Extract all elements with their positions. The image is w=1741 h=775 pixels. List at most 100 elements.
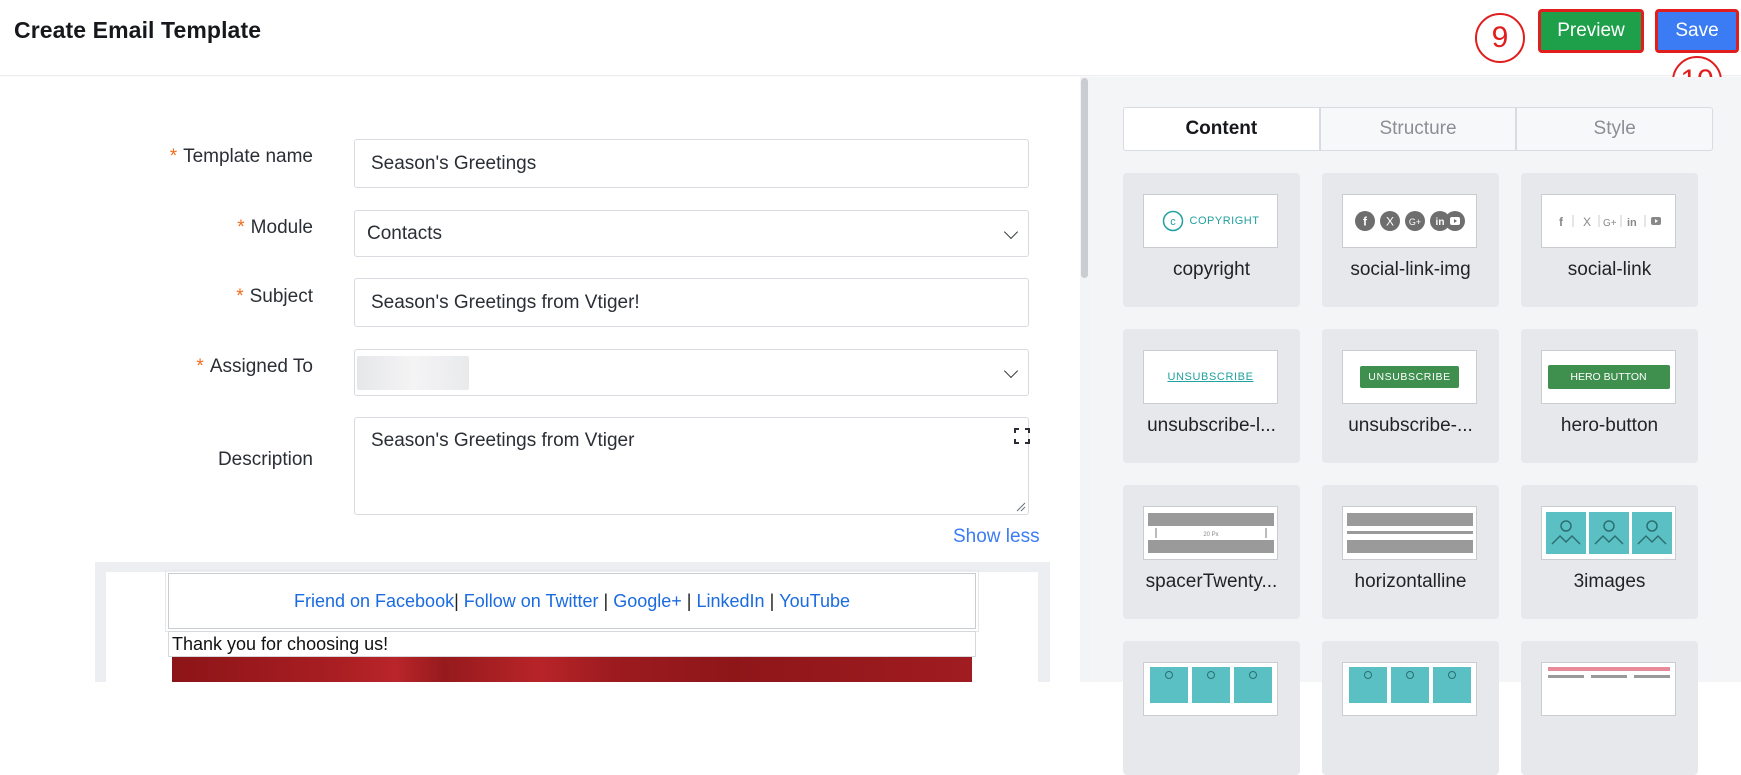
preview-button[interactable]: Preview [1538, 9, 1644, 53]
tab-style[interactable]: Style [1516, 107, 1714, 151]
resize-handle-icon[interactable] [1016, 502, 1026, 512]
module-label-text: Module [250, 217, 313, 238]
hero-button-thumbnail: HERO BUTTON [1541, 350, 1676, 404]
page-title: Create Email Template [14, 17, 262, 43]
link-separator: | [454, 590, 459, 611]
block-tile-spacer[interactable]: 20 Px spacerTwenty... [1123, 485, 1300, 619]
three-images-thumbnail [1541, 506, 1676, 560]
block-tile-copyright[interactable]: c COPYRIGHT copyright [1123, 173, 1300, 307]
hero-button-thumb-text: HERO BUTTON [1547, 365, 1670, 389]
text-graphic [1547, 667, 1670, 678]
svg-text:X: X [1385, 215, 1393, 229]
template-name-label-text: Template name [183, 146, 313, 167]
block-tile-unsubscribe-button[interactable]: UNSUBSCRIBE unsubscribe-... [1322, 329, 1499, 463]
three-images-graphic [1545, 512, 1672, 554]
horizontal-line-graphic [1346, 513, 1473, 553]
svg-text:X: X [1583, 215, 1591, 229]
block-tile-unsubscribe-link[interactable]: UNSUBSCRIBE unsubscribe-l... [1123, 329, 1300, 463]
expand-icon[interactable] [1014, 428, 1030, 444]
social-link-img-thumbnail: f X G+ in [1342, 194, 1477, 248]
youtube-link[interactable]: YouTube [779, 591, 850, 612]
social-icons-round: f X G+ in [1354, 211, 1465, 231]
tile-label: hero-button [1560, 415, 1659, 436]
block-tile-hero-button[interactable]: HERO BUTTON hero-button [1521, 329, 1698, 463]
module-select[interactable]: Contacts [354, 210, 1029, 257]
block-tile-text-partial[interactable] [1521, 641, 1698, 775]
svg-text:f: f [1559, 215, 1564, 229]
tile-label: social-link-img [1350, 259, 1471, 280]
description-value: Season's Greetings from Vtiger [371, 430, 635, 451]
block-tile-social-link[interactable]: f X G+ in social-link [1521, 173, 1698, 307]
copyright-icon: c [1162, 210, 1183, 232]
twitter-link[interactable]: Follow on Twitter [464, 591, 599, 612]
form-scrollbar-thumb[interactable] [1081, 78, 1088, 278]
save-button[interactable]: Save [1655, 9, 1739, 53]
unsubscribe-button-thumb-text: UNSUBSCRIBE [1360, 366, 1459, 388]
thanks-text-block[interactable]: Thank you for choosing us! [168, 631, 976, 657]
module-value: Contacts [367, 222, 442, 244]
tile-label: unsubscribe-l... [1147, 415, 1276, 436]
assigned-to-select[interactable] [354, 349, 1029, 396]
linkedin-link[interactable]: LinkedIn [697, 591, 765, 612]
images-graphic [1149, 667, 1272, 703]
copyright-thumbnail: c COPYRIGHT [1143, 194, 1278, 248]
svg-text:in: in [1435, 217, 1444, 228]
assigned-user-redacted [357, 355, 469, 390]
template-name-value: Season's Greetings [371, 152, 537, 174]
show-less-link[interactable]: Show less [953, 526, 1040, 548]
builder-tabs: Content Structure Style [1123, 107, 1714, 151]
banner-image[interactable] [172, 657, 972, 682]
description-textarea[interactable]: Season's Greetings from Vtiger [354, 417, 1030, 515]
link-separator: | [769, 590, 775, 611]
subject-label: * Subject [236, 286, 313, 308]
subject-input[interactable]: Season's Greetings from Vtiger! [354, 278, 1029, 327]
chevron-down-icon [1003, 224, 1019, 239]
annotation-marker-9: 9 [1475, 13, 1525, 63]
tile-label: copyright [1172, 259, 1251, 280]
required-mark: * [169, 146, 178, 167]
social-links-row[interactable]: Friend on Facebook | Follow on Twitter | … [165, 570, 979, 632]
svg-text:G+: G+ [1603, 218, 1617, 229]
unsubscribe-link-thumbnail: UNSUBSCRIBE [1143, 350, 1278, 404]
social-icons-plain: f X G+ in [1559, 215, 1661, 229]
unsubscribe-button-thumbnail: UNSUBSCRIBE [1342, 350, 1477, 404]
description-label: Description [217, 449, 313, 470]
tab-structure[interactable]: Structure [1319, 107, 1517, 151]
images-thumbnail-partial [1143, 662, 1278, 716]
tab-content[interactable]: Content [1123, 107, 1320, 151]
block-tile-images-partial-2[interactable] [1322, 641, 1499, 775]
tile-label: unsubscribe-... [1348, 415, 1473, 436]
svg-text:in: in [1627, 217, 1637, 229]
assigned-to-label-text: Assigned To [209, 356, 313, 377]
required-mark: * [236, 286, 244, 307]
subject-label-text: Subject [249, 286, 313, 307]
required-mark: * [196, 356, 204, 377]
required-mark: * [237, 217, 245, 238]
tile-label: 3images [1573, 571, 1646, 592]
template-name-label: * Template name [170, 146, 313, 168]
facebook-link[interactable]: Friend on Facebook [294, 591, 454, 612]
link-separator: | [603, 590, 609, 611]
tile-label: spacerTwenty... [1145, 571, 1278, 592]
googleplus-link[interactable]: Google+ [613, 591, 682, 612]
module-label: * Module [237, 217, 313, 239]
tile-label: social-link [1567, 259, 1652, 280]
chevron-down-icon [1003, 363, 1019, 378]
top-bar: Create Email Template 9 Preview Save [0, 0, 1741, 76]
spacer-thumb-text: 20 Px [1203, 532, 1218, 538]
assigned-to-label: * Assigned To [196, 356, 313, 378]
spacer-graphic: 20 Px [1147, 513, 1274, 553]
template-name-input[interactable]: Season's Greetings [354, 139, 1029, 188]
horizontal-line-thumbnail [1342, 506, 1477, 560]
block-tile-horizontal-line[interactable]: horizontalline [1322, 485, 1499, 619]
text-thumbnail-partial [1541, 662, 1676, 716]
spacer-thumbnail: 20 Px [1143, 506, 1278, 560]
block-tile-3images[interactable]: 3images [1521, 485, 1698, 619]
tile-label: horizontalline [1354, 571, 1467, 592]
link-separator: | [686, 590, 692, 611]
social-link-thumbnail: f X G+ in [1541, 194, 1676, 248]
block-tile-images-partial[interactable] [1123, 641, 1300, 775]
svg-text:c: c [1170, 216, 1176, 228]
unsubscribe-link-thumb-text: UNSUBSCRIBE [1167, 371, 1254, 383]
block-tile-social-link-img[interactable]: f X G+ in social-link-img [1322, 173, 1499, 307]
